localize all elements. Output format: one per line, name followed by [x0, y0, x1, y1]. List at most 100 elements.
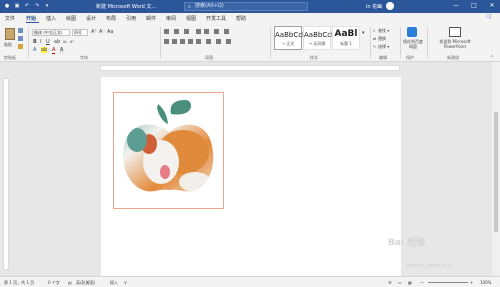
vertical-ruler[interactable] — [3, 78, 9, 270]
decrease-indent-icon[interactable] — [196, 29, 201, 34]
comments-icon[interactable]: 🗨 — [486, 14, 492, 20]
align-center-icon[interactable] — [172, 39, 177, 44]
font-size-select[interactable]: 四号 — [72, 29, 88, 36]
clipboard-group-label: 剪贴板 — [4, 55, 16, 60]
strikethrough-icon[interactable]: ab — [54, 39, 60, 45]
multilevel-list-icon[interactable] — [184, 29, 189, 34]
zoom-level[interactable]: 100% — [480, 280, 491, 285]
horizontal-ruler[interactable] — [100, 65, 400, 71]
numbering-icon[interactable] — [174, 29, 179, 34]
format-painter-icon[interactable] — [18, 44, 23, 49]
vertical-scrollbar[interactable] — [492, 62, 500, 276]
text-effects-icon[interactable]: A — [33, 47, 36, 53]
tab-view[interactable]: 视图 — [186, 15, 196, 22]
tab-help[interactable]: 帮助 — [236, 15, 246, 22]
protect-button[interactable]: 保存到百度网盘 — [402, 39, 424, 49]
align-right-icon[interactable] — [180, 39, 185, 44]
word-count[interactable]: 0 个字 — [48, 280, 60, 286]
save-icon[interactable]: ▣ — [14, 3, 20, 9]
style-no-spacing[interactable]: AaBbCcI → 无间隔 — [303, 26, 333, 50]
tab-references[interactable]: 引用 — [126, 15, 136, 22]
font-name-select[interactable]: 楷体 (中文正文) — [32, 29, 70, 36]
sort-icon[interactable] — [214, 29, 219, 34]
powerpoint-icon[interactable] — [449, 27, 461, 37]
distributed-icon[interactable] — [196, 39, 201, 44]
search-placeholder: 搜索(Alt+Q) — [195, 3, 224, 9]
web-layout-icon[interactable]: ▦ — [408, 280, 412, 285]
highlight-icon[interactable]: ab — [41, 47, 48, 53]
italic-icon[interactable]: I — [40, 39, 41, 45]
style-normal[interactable]: AaBbCcI → 正文 — [274, 26, 304, 50]
find-icon: ⌕ — [373, 28, 376, 33]
proofing-icon[interactable]: ▤ — [68, 280, 72, 285]
tab-home[interactable]: 开始 — [26, 15, 36, 22]
accessibility-icon[interactable]: ⚲ — [124, 280, 127, 285]
insert-mode[interactable]: 插入 — [110, 280, 118, 286]
tab-review[interactable]: 审阅 — [166, 15, 176, 22]
active-tab-indicator — [26, 22, 39, 23]
increase-indent-icon[interactable] — [204, 29, 209, 34]
tab-layout[interactable]: 布局 — [106, 15, 116, 22]
tab-file[interactable]: 文件 — [5, 15, 15, 22]
subscript-icon[interactable]: x₂ — [63, 39, 67, 44]
read-mode-icon[interactable]: ▭ — [398, 280, 402, 285]
tab-draw[interactable]: 绘图 — [66, 15, 76, 22]
undo-icon[interactable]: ↶ — [24, 3, 30, 9]
paste-label[interactable]: 粘贴 — [4, 42, 12, 48]
paragraph-group-label: 段落 — [205, 55, 213, 60]
align-left-icon[interactable] — [164, 39, 169, 44]
separator — [28, 27, 29, 58]
select-button[interactable]: 选择 ▾ — [378, 44, 389, 50]
baidu-netdisk-icon[interactable] — [407, 27, 417, 37]
zoom-out-button[interactable]: — — [420, 280, 424, 285]
style-sample: AaBl — [334, 29, 358, 39]
line-spacing-icon[interactable] — [206, 39, 211, 44]
find-button[interactable]: 查找 ▾ — [378, 28, 389, 34]
user-name[interactable]: in 花幽 — [366, 3, 382, 10]
styles-more-icon[interactable]: ▾ — [362, 30, 365, 36]
tab-mailings[interactable]: 邮件 — [146, 15, 156, 22]
tab-design[interactable]: 设计 — [86, 15, 96, 22]
collapse-ribbon-icon[interactable]: ⌃ — [490, 55, 494, 61]
search-box[interactable]: ⌕ 搜索(Alt+Q) — [184, 2, 308, 11]
send-to-powerpoint-button[interactable]: 发送到 Microsoft PowerPoint — [430, 39, 480, 49]
zoom-in-button[interactable]: + — [470, 280, 473, 285]
customize-qa-icon[interactable]: ▾ — [44, 3, 50, 9]
change-case-icon[interactable]: Aa — [107, 29, 113, 35]
shading-icon[interactable] — [216, 39, 221, 44]
tab-insert[interactable]: 插入 — [46, 15, 56, 22]
superscript-icon[interactable]: x² — [70, 39, 74, 44]
paste-icon[interactable] — [5, 28, 15, 40]
font-color-icon[interactable]: A — [52, 47, 56, 54]
tab-developer[interactable]: 开发工具 — [206, 15, 226, 22]
zoom-slider[interactable] — [428, 282, 468, 283]
style-name: → 无间隔 — [308, 41, 326, 46]
autosave-toggle[interactable]: ● — [4, 3, 10, 9]
style-heading-1[interactable]: AaBl 标题 1 — [332, 26, 360, 50]
grow-font-icon[interactable]: A⁺ — [91, 29, 97, 35]
minimize-button[interactable]: — — [452, 2, 460, 9]
replace-button[interactable]: 替换 — [378, 36, 386, 42]
avatar[interactable] — [386, 2, 394, 10]
picture-selection-frame[interactable] — [113, 92, 224, 209]
show-marks-icon[interactable] — [224, 29, 229, 34]
redo-icon[interactable]: ↷ — [34, 3, 40, 9]
close-button[interactable]: ✕ — [488, 2, 496, 9]
maximize-button[interactable]: □ — [470, 2, 478, 9]
window-controls: — □ ✕ — [452, 2, 496, 9]
ribbon-tabs: 文件 开始 插入 绘图 设计 布局 引用 邮件 审阅 视图 开发工具 帮助 🗨 — [0, 13, 500, 24]
char-shading-icon[interactable]: A — [60, 47, 64, 53]
copy-icon[interactable] — [18, 36, 23, 41]
document-title: 新建 Microsoft Word 文... — [96, 4, 157, 10]
cut-icon[interactable] — [18, 28, 23, 33]
language[interactable]: 英语(美国) — [76, 280, 95, 286]
bullets-icon[interactable] — [164, 29, 169, 34]
bold-icon[interactable]: B — [33, 39, 37, 45]
shrink-font-icon[interactable]: A⁻ — [99, 29, 105, 35]
underline-icon[interactable]: U — [46, 39, 50, 45]
focus-icon[interactable]: ☰ — [388, 280, 392, 285]
page-count[interactable]: 第 1 页，共 1 页 — [4, 280, 34, 286]
borders-icon[interactable] — [226, 39, 231, 44]
justify-icon[interactable] — [188, 39, 193, 44]
scrollbar-thumb[interactable] — [494, 112, 498, 232]
